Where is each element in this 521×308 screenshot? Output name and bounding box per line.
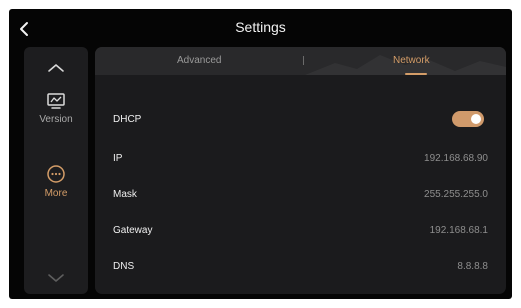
row-label: Gateway [113,225,153,236]
sidebar-item-more[interactable]: More [24,164,88,199]
settings-panel: Advanced Network DHCP IP 192.168.68.90 M… [95,47,506,294]
row-value: 192.168.68.1 [429,225,488,236]
setting-row-gateway: Gateway 192.168.68.1 [95,222,506,244]
tab-network[interactable]: Network [393,55,430,66]
toggle-knob [471,114,481,124]
tab-bar-mountain-decoration [305,55,506,75]
sidebar-item-label: Version [39,114,73,125]
tab-bar: Advanced Network [95,47,506,75]
setting-row-ip: IP 192.168.68.90 [95,150,506,172]
setting-row-mask: Mask 255.255.255.0 [95,186,506,208]
chevron-down-icon [48,274,64,282]
setting-row-dns: DNS 8.8.8.8 [95,258,506,280]
header-bar: Settings [9,9,512,47]
tab-divider [303,56,304,65]
tab-advanced[interactable]: Advanced [177,55,221,66]
sidebar-item-version[interactable]: Version [24,92,88,125]
row-label: DHCP [113,114,142,125]
monitor-icon [47,93,65,109]
row-label: IP [113,153,123,164]
row-label: DNS [113,261,135,272]
dhcp-toggle[interactable] [452,111,484,127]
row-label: Mask [113,189,137,200]
more-dots-icon [47,165,65,183]
row-value: 8.8.8.8 [457,261,488,272]
sidebar-scroll-down-button[interactable] [46,271,66,283]
page-title: Settings [235,19,286,35]
active-tab-indicator [405,73,427,75]
sidebar-item-label: More [44,188,68,199]
sidebar-scroll-up-button[interactable] [46,61,66,73]
row-value: 255.255.255.0 [424,189,488,200]
row-value: 192.168.68.90 [424,153,488,164]
setting-row-dhcp: DHCP [95,111,506,133]
device-screen: Settings Version More Advanced Network D… [9,9,512,299]
sidebar: Version More [24,47,88,294]
chevron-up-icon [48,64,64,72]
